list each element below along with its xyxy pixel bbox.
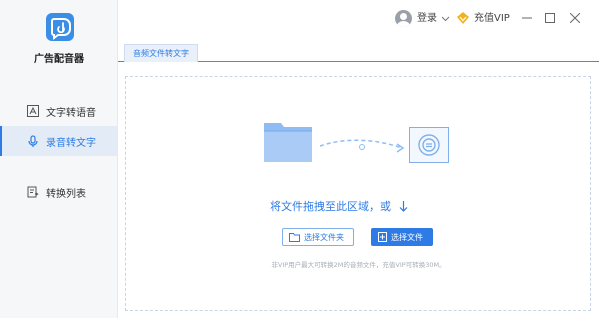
dashed-arrow-icon	[319, 139, 405, 153]
microphone-icon	[26, 134, 40, 148]
select-folder-button[interactable]: 选择文件夹	[282, 228, 354, 246]
app-logo	[46, 13, 74, 41]
sidebar-item-conversion-list[interactable]: 转换列表	[0, 177, 118, 207]
file-drop-zone[interactable]	[125, 76, 591, 311]
conversion-list-icon	[26, 185, 40, 199]
tab-audio-to-text[interactable]: 音频文件转文字	[124, 44, 198, 62]
minimize-icon[interactable]	[520, 11, 534, 25]
select-folder-label: 选择文件夹	[304, 232, 344, 242]
sidebar-item-label: 文字转语音	[46, 107, 96, 119]
drop-prompt-text: 将文件拖拽至此区域，或	[270, 200, 391, 213]
login-link[interactable]: 登录	[417, 12, 437, 26]
text-to-speech-icon	[26, 104, 40, 118]
tab-bar: 音频文件转文字	[118, 40, 599, 62]
app-name: 广告配音器	[34, 54, 84, 65]
chevron-down-icon[interactable]	[438, 12, 452, 26]
maximize-icon[interactable]	[543, 11, 557, 25]
sidebar-item-label: 转换列表	[46, 188, 86, 200]
sidebar-item-text-to-speech[interactable]: 文字转语音	[0, 96, 118, 126]
sidebar-item-speech-to-text[interactable]: 录音转文字	[0, 126, 118, 156]
close-icon[interactable]	[568, 11, 582, 25]
login-label: 登录	[417, 13, 437, 24]
drop-prompt: 将文件拖拽至此区域，或	[270, 198, 408, 214]
audio-file-icon	[409, 127, 449, 163]
select-file-button[interactable]: 选择文件	[371, 228, 433, 246]
folder-icon	[263, 121, 313, 167]
tab-label: 音频文件转文字	[133, 49, 189, 58]
folder-outline-icon	[289, 232, 300, 242]
avatar[interactable]	[395, 10, 412, 27]
add-file-icon	[378, 232, 387, 242]
arrow-down-icon	[399, 200, 408, 212]
recharge-vip-link[interactable]: 充值VIP	[474, 12, 510, 26]
sidebar: 广告配音器 文字转语音 录音转文字 转换列表	[0, 0, 118, 318]
vip-limit-hint: 非VIP用户最大可转换2M的音频文件，充值VIP可转换30M。	[271, 261, 446, 269]
vip-crown-icon[interactable]	[456, 11, 470, 25]
vip-label: 充值VIP	[474, 13, 510, 24]
sidebar-item-label: 录音转文字	[46, 137, 96, 149]
select-file-label: 选择文件	[391, 232, 423, 242]
